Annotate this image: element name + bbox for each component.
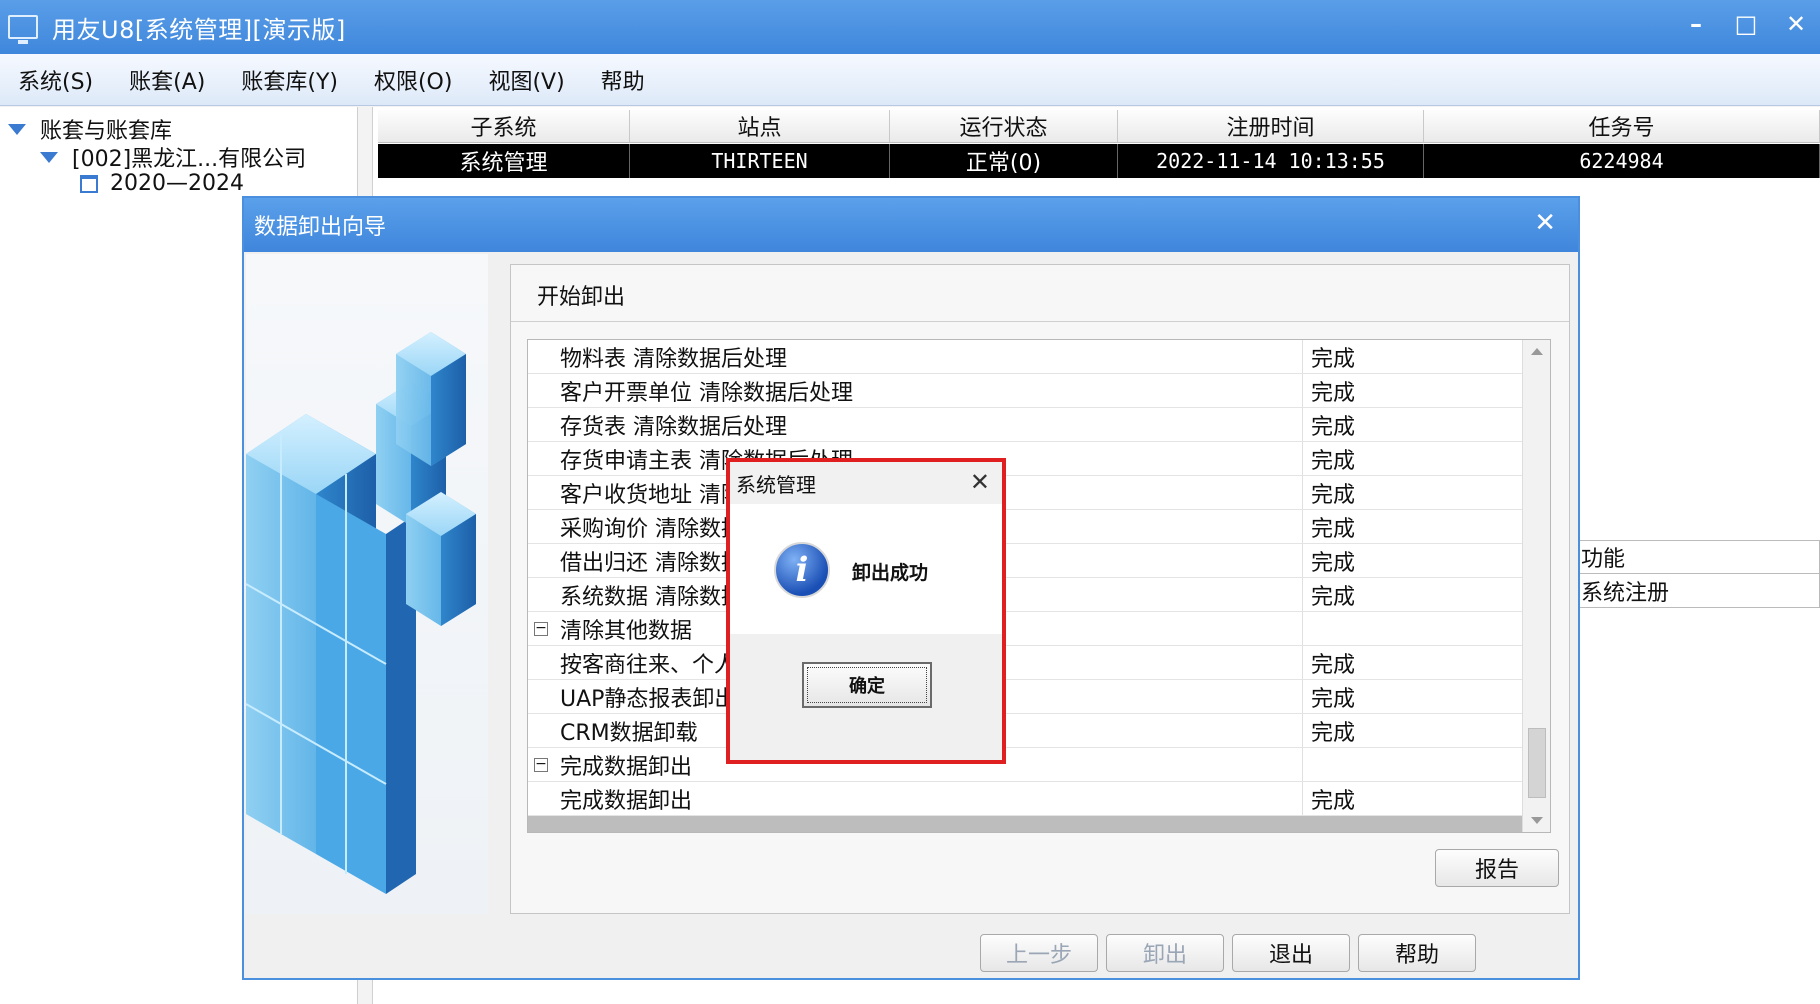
- tree-account-label: [002]黑龙江...有限公司: [72, 147, 307, 172]
- help-button[interactable]: 帮助: [1358, 934, 1476, 972]
- menu-view[interactable]: 视图(V): [488, 64, 564, 96]
- list-group[interactable]: − 完成数据卸出: [528, 748, 1523, 782]
- cell-status: 正常(0): [890, 144, 1118, 178]
- exit-button[interactable]: 退出: [1232, 934, 1350, 972]
- menu-bar: 系统(S) 账套(A) 账套库(Y) 权限(O) 视图(V) 帮助: [0, 54, 1820, 106]
- wizard-illustration: [246, 254, 488, 914]
- list-item[interactable]: 客户收货地址 清除数据后处理 完成: [528, 476, 1523, 510]
- window-title: 用友U8[系统管理][演示版]: [52, 15, 346, 44]
- collapse-minus-icon[interactable]: −: [534, 757, 548, 772]
- message-box-title: 系统管理: [736, 472, 816, 497]
- tree-year[interactable]: 2020—2024: [80, 171, 244, 196]
- message-box-title-bar: 系统管理 ✕: [730, 462, 1002, 504]
- wizard-content-panel: 开始卸出 物料表 清除数据后处理 完成 客户开票单位 清除数据后处理 完成 存货表 …: [510, 264, 1570, 914]
- message-text: 卸出成功: [852, 562, 929, 584]
- list-item[interactable]: 功能: [1574, 540, 1820, 574]
- divider: [511, 321, 1569, 322]
- list-item[interactable]: 系统数据 清除数据后处理 完成: [528, 578, 1523, 612]
- cell-station: THIRTEEN: [630, 144, 890, 178]
- list-item[interactable]: CRM数据卸载 完成: [528, 714, 1523, 748]
- list-group[interactable]: − 清除其他数据: [528, 612, 1523, 646]
- message-box-footer: 确定: [730, 634, 1002, 760]
- cell-register-time: 2022-11-14 10:13:55: [1118, 144, 1424, 178]
- function-list: 功能 系统注册: [1574, 540, 1820, 608]
- col-register-time[interactable]: 注册时间: [1118, 110, 1424, 143]
- collapse-minus-icon[interactable]: −: [534, 621, 548, 636]
- message-box-body: i 卸出成功: [730, 504, 1002, 634]
- col-status[interactable]: 运行状态: [890, 110, 1118, 143]
- report-button[interactable]: 报告: [1435, 849, 1559, 887]
- menu-system[interactable]: 系统(S): [18, 64, 93, 96]
- close-icon[interactable]: ✕: [970, 468, 990, 496]
- blocks-illustration-icon: [246, 332, 476, 894]
- minimize-button[interactable]: –: [1682, 10, 1710, 38]
- title-bar: 用友U8[系统管理][演示版] – □ ✕: [0, 0, 1820, 54]
- list-item[interactable]: 存货表 清除数据后处理 完成: [528, 408, 1523, 442]
- maximize-button[interactable]: □: [1732, 10, 1760, 38]
- list-item[interactable]: 完成数据卸出 完成: [528, 782, 1523, 816]
- scroll-thumb[interactable]: [1528, 728, 1546, 798]
- list-item[interactable]: 采购询价 清除数据后处理 完成: [528, 510, 1523, 544]
- vertical-scrollbar[interactable]: [1522, 340, 1550, 832]
- wizard-title-bar: 数据卸出向导 ✕: [244, 198, 1578, 252]
- col-subsystem[interactable]: 子系统: [378, 110, 630, 143]
- expand-triangle-icon[interactable]: [8, 123, 26, 135]
- menu-help[interactable]: 帮助: [601, 64, 645, 96]
- cell-task-id: 6224984: [1424, 144, 1820, 178]
- menu-account[interactable]: 账套(A): [129, 64, 205, 96]
- list-item[interactable]: 系统注册: [1574, 574, 1820, 608]
- list-item[interactable]: 存货申请主表 清除数据后处理 完成: [528, 442, 1523, 476]
- list-item[interactable]: 借出归还 清除数据后处理 完成: [528, 544, 1523, 578]
- ok-button[interactable]: 确定: [802, 662, 932, 708]
- calendar-icon: [80, 174, 98, 193]
- table-row[interactable]: 系统管理 THIRTEEN 正常(0) 2022-11-14 10:13:55 …: [378, 144, 1820, 178]
- list-item[interactable]: 按客商往来、个人往来清除 完成: [528, 646, 1523, 680]
- wizard-title: 数据卸出向导: [254, 215, 387, 240]
- expand-triangle-icon[interactable]: [40, 151, 58, 163]
- col-station[interactable]: 站点: [630, 110, 890, 143]
- monitor-icon: [8, 15, 38, 44]
- list-item[interactable]: 客户开票单位 清除数据后处理 完成: [528, 374, 1523, 408]
- menu-permission[interactable]: 权限(O): [374, 64, 452, 96]
- col-task-id[interactable]: 任务号: [1424, 110, 1820, 143]
- unload-button[interactable]: 卸出: [1106, 934, 1224, 972]
- cell-subsystem: 系统管理: [378, 144, 630, 178]
- wizard-heading: 开始卸出: [537, 285, 626, 310]
- message-box: 系统管理 ✕ i 卸出成功 确定: [726, 458, 1006, 764]
- wizard-close-icon[interactable]: ✕: [1534, 208, 1556, 238]
- scroll-down-arrow-icon[interactable]: [1531, 817, 1543, 824]
- close-button[interactable]: ✕: [1782, 10, 1810, 38]
- list-item[interactable]: UAP静态报表卸出 完成: [528, 680, 1523, 714]
- menu-account-library[interactable]: 账套库(Y): [241, 64, 338, 96]
- scroll-up-arrow-icon[interactable]: [1531, 348, 1543, 355]
- unload-log-list[interactable]: 物料表 清除数据后处理 完成 客户开票单位 清除数据后处理 完成 存货表 清除数据后…: [527, 339, 1551, 833]
- horizontal-scrollbar[interactable]: [528, 816, 1523, 832]
- info-icon: i: [774, 542, 830, 598]
- list-item[interactable]: 物料表 清除数据后处理 完成: [528, 340, 1523, 374]
- task-grid-header: 子系统 站点 运行状态 注册时间 任务号: [378, 110, 1820, 143]
- tree-account[interactable]: [002]黑龙江...有限公司: [40, 141, 306, 173]
- tree-year-label: 2020—2024: [110, 171, 244, 196]
- prev-button[interactable]: 上一步: [980, 934, 1098, 972]
